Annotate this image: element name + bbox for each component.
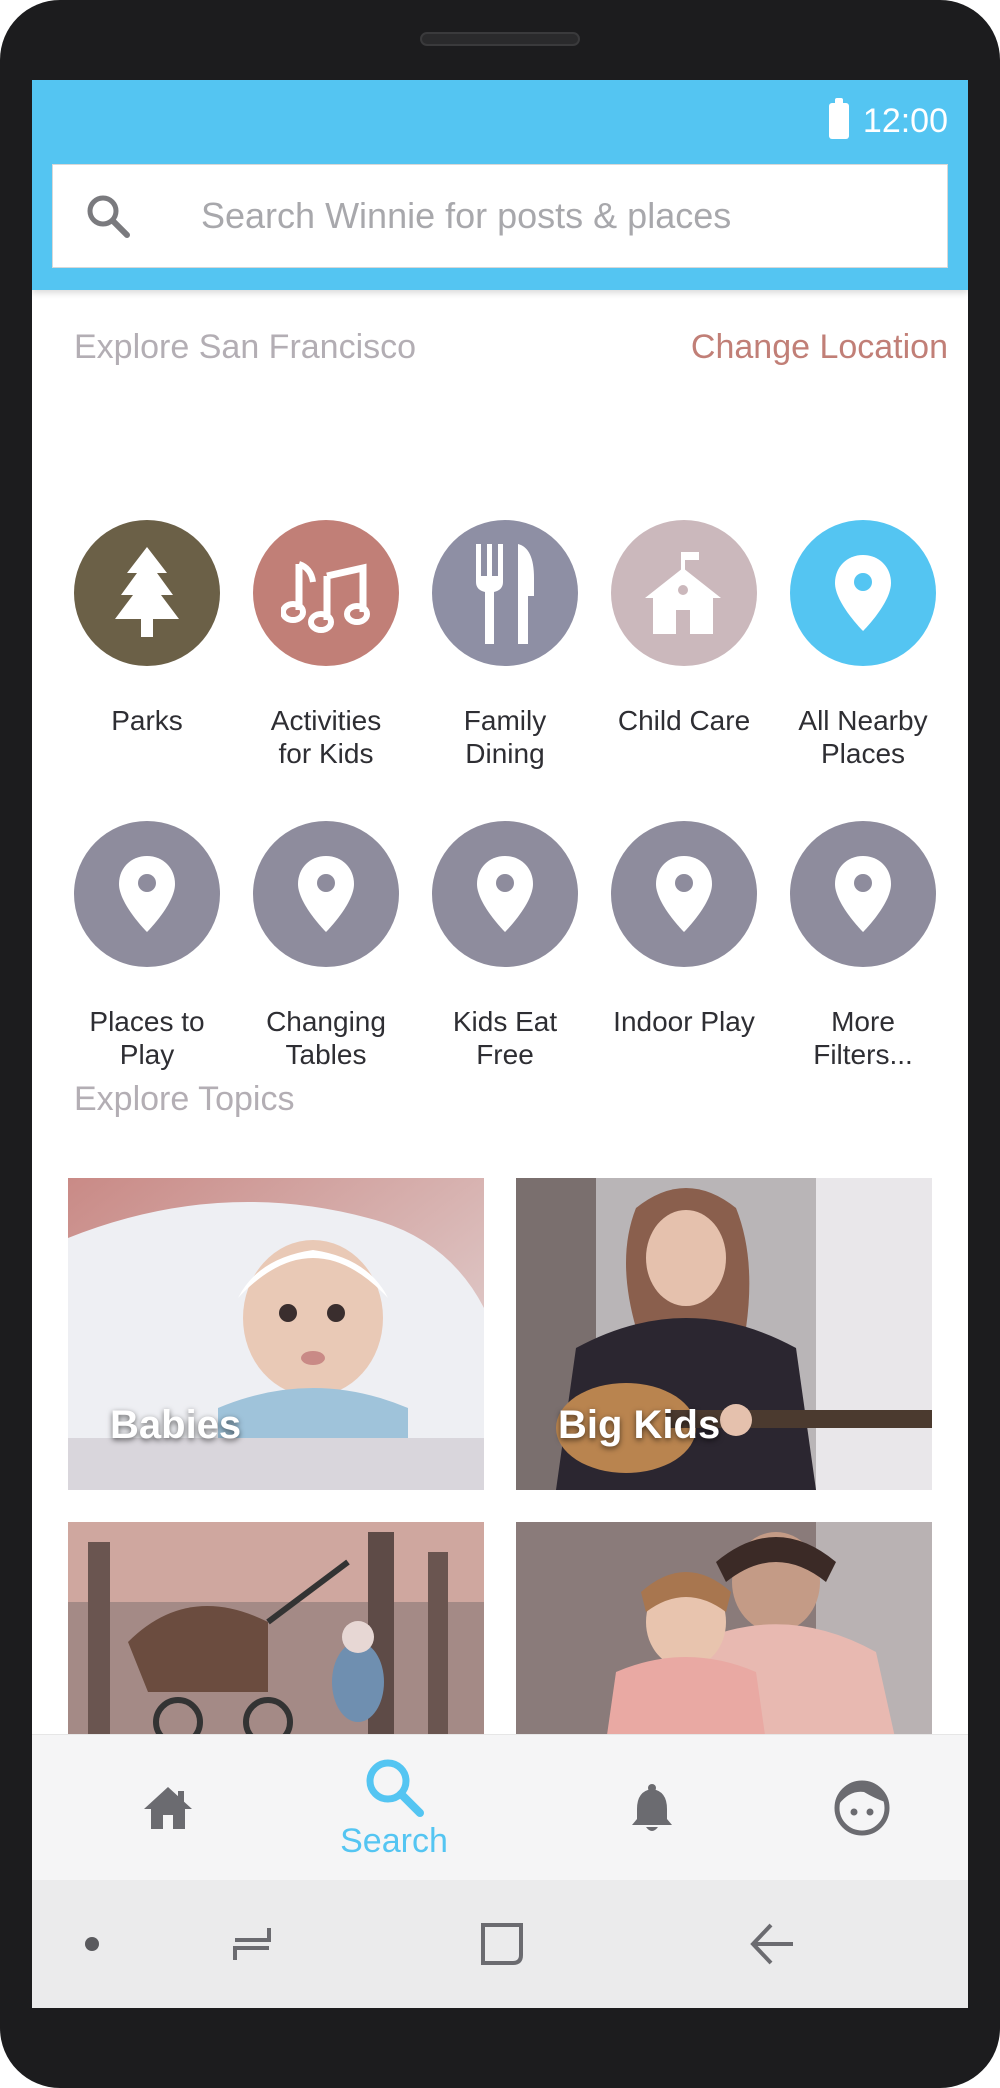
category-more-filters[interactable]: More Filters...: [773, 821, 953, 1071]
nav-profile[interactable]: [762, 1735, 962, 1881]
stroller-photo: [68, 1522, 484, 1742]
location-pin-icon: [119, 856, 175, 932]
tree-icon: [115, 547, 179, 637]
topic-tile-family[interactable]: [516, 1522, 932, 1742]
search-bar[interactable]: Search Winnie for posts & places: [52, 164, 948, 268]
category-changing-tables[interactable]: Changing Tables: [236, 821, 416, 1071]
topic-tile-outdoors[interactable]: [68, 1522, 484, 1742]
kids-eat-free-circle: [432, 821, 578, 967]
back-button[interactable]: [732, 1880, 812, 2008]
nav-search[interactable]: Search: [294, 1735, 494, 1881]
dining-circle: [432, 520, 578, 666]
category-label: Family Dining: [463, 705, 547, 769]
category-child-care[interactable]: Child Care: [594, 520, 774, 737]
location-pin-icon: [477, 856, 533, 932]
earpiece-speaker: [420, 32, 580, 46]
category-label: Parks: [111, 705, 183, 736]
search-input[interactable]: Search Winnie for posts & places: [201, 195, 731, 237]
places-to-play-circle: [74, 821, 220, 967]
explore-title: Explore San Francisco: [74, 328, 417, 366]
location-pin-icon: [835, 555, 891, 631]
search-icon: [366, 1759, 424, 1817]
bell-icon: [632, 1784, 672, 1831]
indoor-play-circle: [611, 821, 757, 967]
category-label: Activities for Kids: [270, 705, 382, 769]
nearby-circle: [790, 520, 936, 666]
home-square-icon: [481, 1923, 523, 1965]
category-parks[interactable]: Parks: [57, 520, 237, 737]
system-navigation-bar: [32, 1880, 968, 2008]
category-all-nearby-places[interactable]: All Nearby Places: [773, 520, 953, 770]
location-pin-icon: [656, 856, 712, 932]
bottom-navigation: Search: [32, 1734, 968, 1880]
category-label: Indoor Play: [613, 1006, 755, 1037]
category-family-dining[interactable]: Family Dining: [415, 520, 595, 770]
category-label: Changing Tables: [266, 1006, 386, 1070]
dot-indicator-icon: [72, 1880, 112, 2008]
topic-tile-big-kids[interactable]: Big Kids: [516, 1178, 932, 1490]
nav-notifications[interactable]: [552, 1735, 752, 1881]
topic-label: Big Kids: [558, 1403, 721, 1447]
recent-apps-button[interactable]: [212, 1880, 292, 2008]
location-pin-icon: [835, 856, 891, 932]
category-indoor-play[interactable]: Indoor Play: [594, 821, 774, 1038]
fork-knife-icon: [476, 544, 534, 644]
music-notes-icon: [281, 561, 370, 633]
category-label: Places to Play: [89, 1006, 205, 1070]
topic-tile-babies[interactable]: Babies: [68, 1178, 484, 1490]
recent-apps-icon: [233, 1928, 271, 1960]
explore-header: Explore San Francisco Change Location: [74, 328, 948, 367]
child-care-circle: [611, 520, 757, 666]
nav-search-label: Search: [340, 1821, 448, 1860]
category-kids-eat-free[interactable]: Kids Eat Free: [415, 821, 595, 1071]
more-filters-circle: [790, 821, 936, 967]
face-icon: [834, 1780, 890, 1836]
nav-home[interactable]: [68, 1735, 268, 1881]
category-label: Child Care: [617, 705, 751, 736]
changing-tables-circle: [253, 821, 399, 967]
home-icon: [144, 1787, 192, 1829]
topics-title: Explore Topics: [74, 1080, 295, 1118]
topic-label: Babies: [110, 1403, 242, 1447]
category-label: All Nearby Places: [798, 705, 928, 769]
category-activities-for-kids[interactable]: Activities for Kids: [236, 520, 416, 770]
category-places-to-play[interactable]: Places to Play: [57, 821, 237, 1071]
change-location-link[interactable]: Change Location: [691, 328, 948, 367]
phone-frame: 12:00 Search Winnie for posts & places E…: [0, 0, 1000, 2088]
location-pin-icon: [298, 856, 354, 932]
status-bar: 12:00: [828, 94, 948, 148]
status-time: 12:00: [862, 101, 948, 140]
app-screen: 12:00 Search Winnie for posts & places E…: [32, 80, 968, 2008]
activities-circle: [253, 520, 399, 666]
schoolhouse-icon: [645, 552, 721, 634]
category-label: More Filters...: [813, 1006, 913, 1070]
family-photo: [516, 1522, 932, 1742]
battery-icon: [828, 98, 849, 139]
category-label: Kids Eat Free: [452, 1006, 558, 1070]
app-header: 12:00 Search Winnie for posts & places: [32, 80, 968, 290]
home-button[interactable]: [462, 1880, 542, 2008]
back-arrow-icon: [750, 1923, 793, 1965]
search-icon: [53, 193, 163, 239]
parks-circle: [74, 520, 220, 666]
